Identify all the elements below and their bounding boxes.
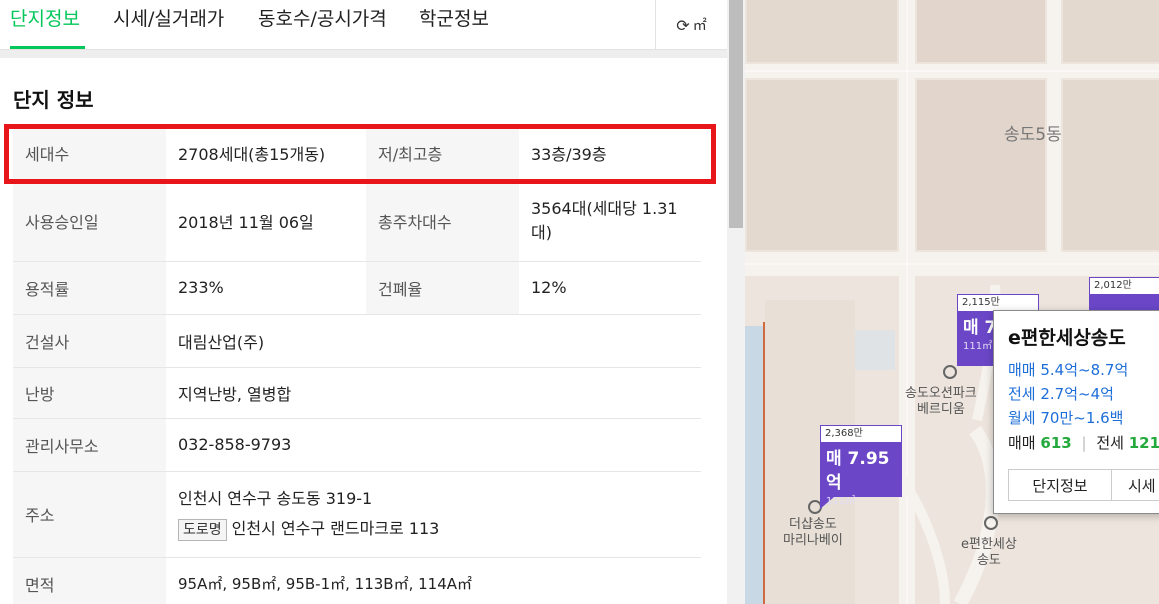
marker-area: 111㎡: [826, 496, 856, 507]
table-row: 난방 지역난방, 열병합: [13, 367, 701, 419]
refresh-icon: ⟳: [676, 15, 690, 35]
jeonse-count: 121: [1128, 434, 1159, 452]
place-label-line: 더샵송도: [788, 517, 837, 532]
households-label: 세대수: [13, 127, 166, 181]
tab-complex-info[interactable]: 단지정보: [10, 4, 80, 31]
divider: [0, 50, 727, 58]
approval-date-label: 사용승인일: [13, 180, 166, 262]
building-coverage-label: 건폐율: [366, 261, 519, 315]
parking-label: 총주차대수: [366, 180, 519, 262]
heating-value: 지역난방, 열병합: [166, 367, 701, 419]
place-label-e-pyeonhan[interactable]: e편한세상 송도: [961, 537, 1017, 569]
floors-label: 저/최고층: [366, 127, 519, 181]
marker-price: 매 7.95억: [826, 449, 890, 493]
popup-monthly-range: 월세 70만~1.6백: [1008, 409, 1124, 427]
floors-value: 33층/39층: [519, 127, 701, 181]
area-label: 면적: [13, 557, 166, 604]
floor-area-ratio-label: 용적률: [13, 261, 166, 315]
popup-jeonse-range: 전세 2.7억~4억: [1008, 385, 1114, 403]
popup-listing-counts: 매매 613 | 전세 121: [1008, 430, 1159, 456]
popup-title: e편한세상송도: [1008, 327, 1126, 349]
tab-unit-official-price[interactable]: 동호수/공시가격: [258, 4, 387, 31]
complex-info-panel: 단지정보 시세/실거래가 동호수/공시가격 학군정보 ⟳ ㎡ 단지 정보 세대수…: [0, 0, 727, 604]
floor-area-ratio-value: 233%: [166, 261, 366, 315]
households-value: 2708세대(총15개동): [166, 127, 366, 181]
parking-value: 3564대(세대당 1.31대): [519, 180, 701, 262]
building-coverage-value: 12%: [519, 261, 701, 315]
area-value: 95A㎡, 95B㎡, 95B-1㎡, 113B㎡, 114A㎡: [166, 557, 701, 604]
management-office-label: 관리사무소: [13, 418, 166, 472]
dong-label: 송도5동: [1004, 125, 1062, 145]
tab-school-district[interactable]: 학군정보: [419, 4, 489, 31]
price-button[interactable]: 시세: [1112, 469, 1159, 501]
address-jibun: 인천시 연수구 송도동 319-1: [178, 489, 373, 508]
popup-sale-range: 매매 5.4억~8.7억: [1008, 361, 1129, 379]
table-row: 면적 95A㎡, 95B㎡, 95B-1㎡, 113B㎡, 114A㎡: [13, 557, 701, 604]
price-marker[interactable]: 2,368만 매 7.95억 111㎡: [820, 425, 902, 509]
place-label-line: 마리나베이: [783, 533, 843, 548]
approval-date-value: 2018년 11월 06일: [166, 180, 366, 262]
place-label-marina-bay[interactable]: 더샵송도 마리나베이: [783, 517, 843, 549]
place-label-line: 베르디움: [916, 402, 965, 417]
road-name-badge: 도로명: [178, 519, 227, 541]
unit-label: ㎡: [692, 18, 707, 34]
sale-count: 613: [1040, 434, 1072, 452]
table-row: 주소 인천시 연수구 송도동 319-1 도로명 인천시 연수구 랜드마크로 11…: [13, 471, 701, 558]
address-road-line: 도로명 인천시 연수구 랜드마크로 113: [178, 514, 701, 544]
place-label-line: e편한세상: [961, 537, 1017, 552]
marker-price-per-area: 2,368만: [820, 425, 902, 443]
place-label-line: 송도오션파크: [905, 386, 977, 401]
table-row: 용적률 233% 건폐율 12%: [13, 261, 701, 315]
section-title: 단지 정보: [13, 88, 94, 112]
unit-toggle-button[interactable]: ⟳ ㎡: [655, 0, 727, 50]
management-office-phone: 032-858-9793: [166, 418, 701, 472]
active-tab-indicator: [10, 46, 85, 49]
table-row: 사용승인일 2018년 11월 06일 총주차대수 3564대(세대당 1.31…: [13, 180, 701, 262]
popup-buttons: 단지정보 시세: [1008, 469, 1159, 501]
address-label: 주소: [13, 471, 166, 558]
builder-value: 대림산업(주): [166, 314, 701, 368]
table-row: 세대수 2708세대(총15개동) 저/최고층 33층/39층: [13, 127, 701, 181]
jeonse-count-label: 전세: [1096, 434, 1124, 452]
table-row: 건설사 대림산업(주): [13, 314, 701, 368]
complex-popup[interactable]: e편한세상송도 매매 5.4억~8.7억 전세 2.7억~4억 월세 70만~1…: [993, 310, 1159, 514]
address-road: 인천시 연수구 랜드마크로 113: [231, 519, 440, 538]
table-row: 관리사무소 032-858-9793: [13, 418, 701, 472]
place-label-orange-park[interactable]: 송도오션파크 베르디움: [905, 386, 977, 418]
place-label-line: 송도: [976, 553, 1001, 568]
count-separator: |: [1081, 434, 1087, 452]
builder-label: 건설사: [13, 314, 166, 368]
complex-info-table: 세대수 2708세대(총15개동) 저/최고층 33층/39층 사용승인일 20…: [13, 127, 701, 604]
scrollbar-thumb[interactable]: [729, 0, 743, 228]
sale-count-label: 매매: [1008, 434, 1036, 452]
heating-label: 난방: [13, 367, 166, 419]
tab-bar: 단지정보 시세/실거래가 동호수/공시가격 학군정보 ⟳ ㎡: [0, 0, 727, 50]
marker-price-per-area: 2,012만: [1089, 277, 1159, 295]
address-value: 인천시 연수구 송도동 319-1 도로명 인천시 연수구 랜드마크로 113: [166, 471, 701, 558]
tab-price-transactions[interactable]: 시세/실거래가: [113, 4, 224, 31]
complex-info-button[interactable]: 단지정보: [1008, 469, 1112, 501]
marker-body: 매 7.95억 111㎡: [820, 443, 902, 507]
